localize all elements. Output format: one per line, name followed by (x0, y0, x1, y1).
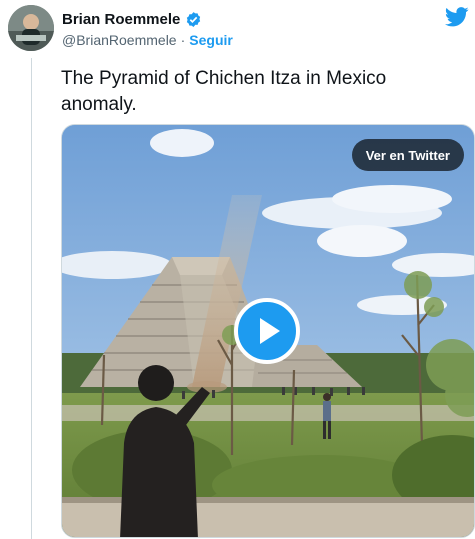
view-on-twitter-label: Ver en Twitter (365, 147, 450, 163)
play-icon (260, 318, 280, 344)
play-button[interactable] (234, 298, 300, 364)
author-handle-row: @BrianRoemmele · Seguir (62, 31, 233, 49)
avatar[interactable] (8, 5, 54, 51)
author-name-row: Brian Roemmele (62, 9, 202, 29)
verified-badge-icon (185, 11, 202, 28)
tweet-embed: Brian Roemmele @BrianRoemmele · Seguir T… (0, 0, 475, 539)
view-on-twitter-button[interactable]: Ver en Twitter (351, 139, 464, 171)
tweet-text: The Pyramid of Chichen Itza in Mexico an… (61, 68, 387, 115)
thread-line (31, 58, 32, 539)
video-player[interactable]: Ver en Twitter (61, 124, 475, 538)
twitter-bird-icon[interactable] (444, 6, 469, 28)
handle-separator: · (180, 32, 186, 48)
follow-button[interactable]: Seguir (189, 32, 233, 48)
author-display-name[interactable]: Brian Roemmele (62, 11, 180, 28)
author-handle[interactable]: @BrianRoemmele (62, 32, 177, 48)
